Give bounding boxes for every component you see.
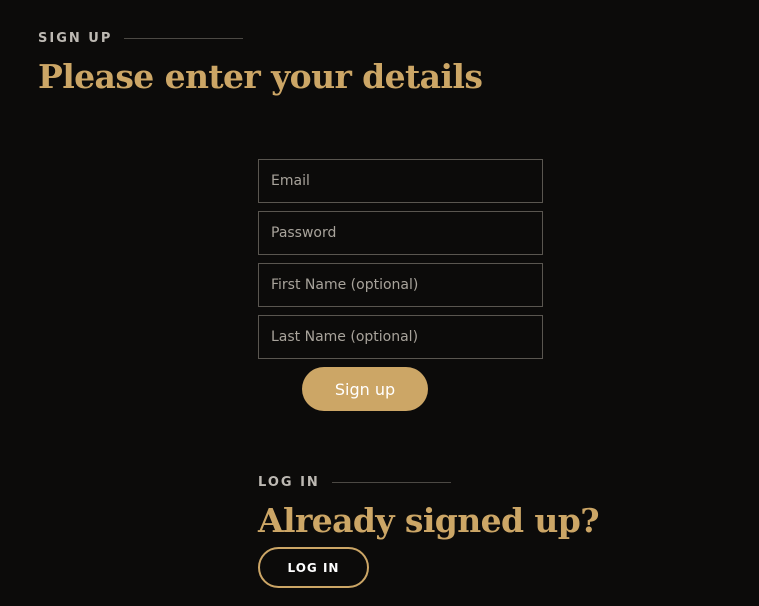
email-field[interactable]: [258, 159, 543, 203]
signup-eyebrow-divider: [124, 38, 244, 39]
last-name-field[interactable]: [258, 315, 543, 359]
signup-heading: Please enter your details: [38, 57, 483, 96]
login-eyebrow-label: LOG IN: [258, 475, 320, 490]
signup-eyebrow-label: SIGN UP: [38, 31, 113, 46]
login-eyebrow: LOG IN: [258, 475, 451, 490]
log-in-button[interactable]: LOG IN: [258, 547, 369, 588]
login-eyebrow-divider: [331, 482, 451, 483]
login-heading: Already signed up?: [258, 501, 600, 540]
first-name-field[interactable]: [258, 263, 543, 307]
signup-form: [258, 159, 543, 367]
password-field[interactable]: [258, 211, 543, 255]
signup-eyebrow: SIGN UP: [38, 31, 244, 46]
signup-page: SIGN UP Please enter your details Sign u…: [0, 0, 759, 606]
sign-up-button[interactable]: Sign up: [302, 367, 428, 411]
